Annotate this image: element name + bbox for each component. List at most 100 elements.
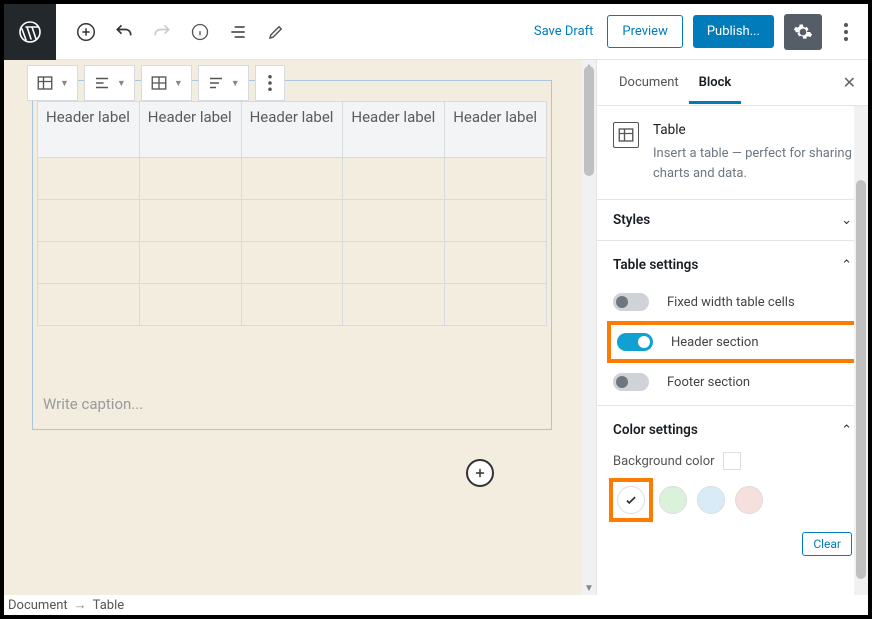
close-sidebar-button[interactable]: ✕ — [843, 73, 856, 92]
background-color-label: Background color — [613, 454, 715, 469]
color-option-green[interactable] — [659, 486, 687, 514]
table-edit-button[interactable]: ▼ — [141, 65, 192, 101]
table-block-icon — [613, 122, 639, 148]
canvas-scrollbar[interactable]: ▲ ▼ — [582, 60, 596, 595]
table-cell[interactable] — [38, 242, 140, 284]
block-description-panel: Table Insert a table — perfect for shari… — [597, 106, 868, 200]
redo-button[interactable] — [144, 14, 180, 50]
table-header-cell[interactable]: Header label — [38, 102, 140, 158]
scroll-thumb[interactable] — [856, 180, 866, 579]
table-row[interactable] — [38, 242, 547, 284]
table-cell[interactable] — [139, 158, 241, 200]
pencil-icon — [267, 23, 285, 41]
outline-button[interactable] — [220, 14, 256, 50]
clear-color-button[interactable]: Clear — [802, 532, 852, 556]
table-header-cell[interactable]: Header label — [343, 102, 445, 158]
preview-button[interactable]: Preview — [607, 15, 682, 48]
align-button[interactable]: ▼ — [84, 65, 135, 101]
plus-icon — [473, 466, 487, 480]
panel-title: Table settings — [613, 257, 698, 273]
table-row[interactable] — [38, 158, 547, 200]
table-cell[interactable] — [445, 200, 547, 242]
table-cell[interactable] — [38, 158, 140, 200]
edit-button[interactable] — [258, 14, 294, 50]
text-align-button[interactable]: ▼ — [198, 65, 249, 101]
table-cell[interactable] — [139, 242, 241, 284]
table-caption-input[interactable]: Write caption... — [39, 385, 147, 423]
table-cell[interactable] — [343, 200, 445, 242]
table-header-cell[interactable]: Header label — [445, 102, 547, 158]
breadcrumb-current[interactable]: Table — [93, 598, 124, 613]
editor-topbar: Save Draft Preview Publish... — [4, 4, 868, 60]
table-cell[interactable] — [241, 158, 343, 200]
table-header-cell[interactable]: Header label — [241, 102, 343, 158]
scroll-thumb[interactable] — [584, 66, 594, 176]
block-description: Insert a table — perfect for sharing cha… — [653, 144, 852, 183]
caret-down-icon: ▼ — [231, 78, 240, 89]
color-settings-header[interactable]: Color settings ⌃ — [613, 422, 852, 438]
table-settings-header[interactable]: Table settings ⌃ — [613, 257, 852, 273]
scroll-down-icon[interactable]: ▼ — [582, 581, 596, 595]
tab-block[interactable]: Block — [689, 61, 742, 104]
kebab-icon — [268, 75, 272, 91]
kebab-icon — [844, 23, 848, 41]
panel-title: Styles — [613, 212, 650, 228]
table-row[interactable] — [38, 284, 547, 326]
publish-button[interactable]: Publish... — [693, 15, 774, 48]
table-row[interactable] — [38, 200, 547, 242]
table-cell[interactable] — [343, 158, 445, 200]
table-cell[interactable] — [241, 284, 343, 326]
add-block-button[interactable] — [68, 14, 104, 50]
breadcrumb: Document → Table — [4, 595, 868, 615]
toggle-label: Fixed width table cells — [667, 295, 795, 310]
table-cell[interactable] — [241, 200, 343, 242]
editor-canvas[interactable]: ▼ ▼ ▼ ▼ — [4, 60, 596, 595]
table-cell[interactable] — [445, 242, 547, 284]
table-grid-icon — [150, 74, 168, 92]
plus-circle-icon — [75, 21, 97, 43]
table-cell[interactable] — [445, 158, 547, 200]
toggle-fixed-width[interactable] — [613, 293, 649, 311]
inserter-button[interactable] — [466, 459, 494, 487]
table-block[interactable]: Header label Header label Header label H… — [37, 101, 547, 326]
breadcrumb-root[interactable]: Document — [8, 598, 68, 613]
table-icon — [36, 74, 54, 92]
color-option-pink[interactable] — [735, 486, 763, 514]
block-title: Table — [653, 122, 852, 138]
color-option-blue[interactable] — [697, 486, 725, 514]
table-block-selection[interactable]: ▼ ▼ ▼ ▼ — [32, 80, 552, 430]
table-cell[interactable] — [343, 284, 445, 326]
color-option-white[interactable] — [617, 486, 645, 514]
caret-down-icon: ▼ — [60, 78, 69, 89]
table-cell[interactable] — [38, 284, 140, 326]
table-cell[interactable] — [445, 284, 547, 326]
settings-button[interactable] — [784, 14, 822, 50]
undo-button[interactable] — [106, 14, 142, 50]
redo-icon — [152, 22, 172, 42]
tab-document[interactable]: Document — [609, 61, 689, 104]
toggle-footer-section[interactable] — [613, 373, 649, 391]
arrow-right-icon: → — [74, 597, 87, 613]
block-more-button[interactable] — [255, 65, 285, 101]
more-menu-button[interactable] — [832, 14, 860, 50]
table-cell[interactable] — [241, 242, 343, 284]
chevron-down-icon: ⌄ — [841, 213, 852, 228]
toggle-header-section[interactable] — [617, 333, 653, 351]
table-cell[interactable] — [343, 242, 445, 284]
table-header-row[interactable]: Header label Header label Header label H… — [38, 102, 547, 158]
table-header-cell[interactable]: Header label — [139, 102, 241, 158]
block-type-button[interactable]: ▼ — [27, 65, 78, 101]
toggle-label: Header section — [671, 335, 759, 350]
table-cell[interactable] — [139, 284, 241, 326]
sidebar-scrollbar[interactable] — [854, 106, 868, 595]
wordpress-logo[interactable] — [4, 4, 56, 60]
styles-panel[interactable]: Styles ⌄ — [597, 200, 868, 241]
caret-down-icon: ▼ — [117, 78, 126, 89]
save-draft-button[interactable]: Save Draft — [530, 18, 598, 45]
align-icon — [93, 74, 111, 92]
info-button[interactable] — [182, 14, 218, 50]
check-icon — [624, 493, 638, 507]
current-color-swatch — [723, 452, 741, 470]
table-cell[interactable] — [38, 200, 140, 242]
table-cell[interactable] — [139, 200, 241, 242]
